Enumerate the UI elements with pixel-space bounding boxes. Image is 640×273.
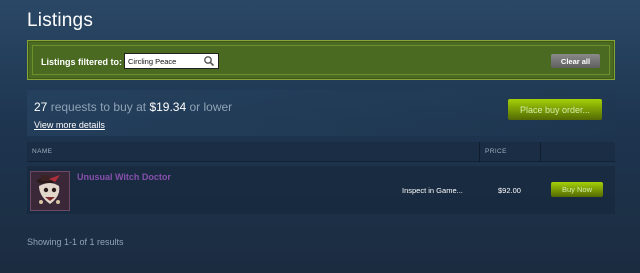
filter-bar-inner: Listings filtered to: Clear all [32,45,610,75]
results-count: Showing 1-1 of 1 results [27,237,124,247]
place-buy-order-button[interactable]: Place buy order... [508,99,602,120]
item-price: $92.00 [498,186,521,195]
buy-order-summary: 27 requests to buy at $19.34 or lower [34,100,232,114]
view-more-details-link[interactable]: View more details [34,120,105,130]
column-divider [479,142,480,162]
buy-order-panel: 27 requests to buy at $19.34 or lower Vi… [27,90,615,136]
filter-bar: Listings filtered to: Clear all [27,40,615,80]
witch-doctor-mask-icon [31,172,69,210]
item-name-link[interactable]: Unusual Witch Doctor [77,172,171,182]
filter-label: Listings filtered to: [41,57,122,67]
search-box[interactable] [124,53,219,69]
column-price-header: PRICE [485,148,507,155]
column-name-header: NAME [32,148,53,155]
page-title: Listings [27,10,94,31]
table-row: Unusual Witch Doctor Inspect in Game... … [27,166,615,214]
item-thumbnail[interactable] [30,171,70,211]
buy-now-button[interactable]: Buy Now [551,182,603,197]
search-icon[interactable] [203,55,215,67]
listing-table-header: NAME PRICE [27,142,615,162]
inspect-in-game-link[interactable]: Inspect in Game... [402,186,463,195]
buy-order-count: 27 [34,100,48,114]
buy-order-text: requests to buy at [50,100,147,114]
column-divider [540,142,541,162]
buy-order-text-end: or lower [189,100,233,114]
search-input[interactable] [125,54,201,68]
clear-all-button[interactable]: Clear all [551,54,600,68]
buy-order-price: $19.34 [149,100,187,114]
